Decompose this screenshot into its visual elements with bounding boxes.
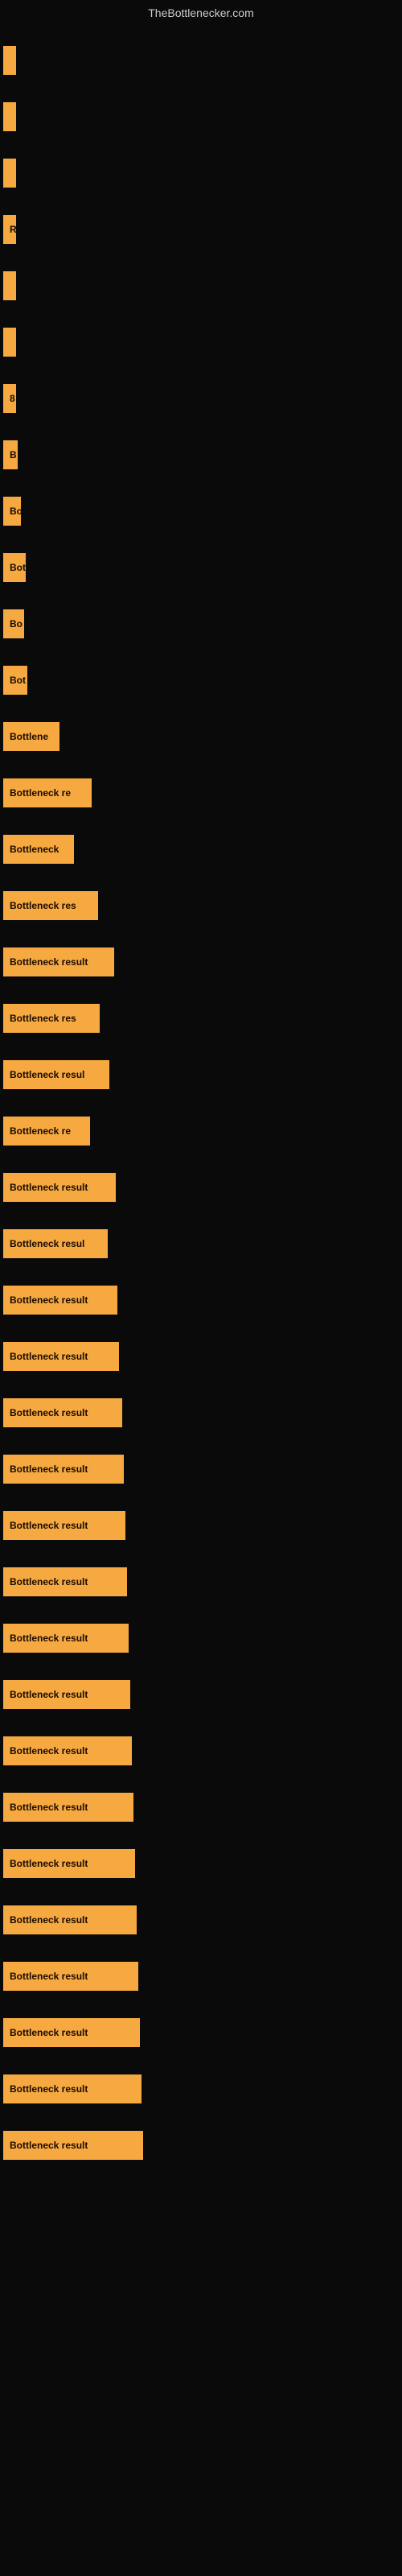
bar-row: Bottleneck result [0,1892,402,1948]
bar-row: Bottleneck resul [0,1216,402,1272]
bar-row: Bottleneck re [0,765,402,821]
bar-row: Bottleneck result [0,1497,402,1554]
bar-row: Bottleneck result [0,1159,402,1216]
bar-row: Bottlene [0,708,402,765]
bar-row: Bottleneck result [0,1441,402,1497]
bar-row: Bottleneck result [0,1328,402,1385]
bar-label: Bottleneck [3,835,74,864]
bar-label: Bo [3,609,24,638]
bar-label [3,328,16,357]
bar-row: Bottleneck res [0,877,402,934]
bar-label: Bot [3,553,26,582]
bar-label: Bot [3,666,27,695]
bar-label: Bottleneck result [3,1624,129,1653]
bar-label: Bottleneck result [3,1342,119,1371]
bar-label: B [3,440,18,469]
bar-row: Bottleneck resul [0,1046,402,1103]
bar-row [0,32,402,89]
bar-row: Bo [0,596,402,652]
bar-row [0,145,402,201]
bar-label: Bottleneck result [3,1286,117,1315]
bar-row: Bottleneck res [0,990,402,1046]
bar-label: Bottleneck result [3,1455,124,1484]
site-title: TheBottlenecker.com [148,6,254,19]
bar-row: Bottleneck result [0,1779,402,1835]
bar-label: Bottleneck result [3,1567,127,1596]
bar-row: R [0,201,402,258]
bar-row [0,89,402,145]
bar-label: Bottleneck result [3,1962,138,1991]
bar-label: Bottleneck result [3,2018,140,2047]
bar-label: Bottleneck result [3,1173,116,1202]
bar-label: Bottleneck result [3,947,114,976]
bar-row: Bot [0,539,402,596]
bar-label: Bottleneck res [3,891,98,920]
bar-row: Bottleneck result [0,2117,402,2174]
bar-label [3,46,16,75]
bar-row: Bottleneck result [0,1554,402,1610]
bar-label: Bottleneck result [3,1793,133,1822]
bar-label: Bottleneck resul [3,1060,109,1089]
bar-row: Bottleneck result [0,1835,402,1892]
bar-row: Bot [0,652,402,708]
bar-label [3,102,16,131]
bar-label: Bottleneck result [3,1736,132,1765]
bar-label: Bottleneck res [3,1004,100,1033]
bar-label: Bottleneck result [3,2074,142,2103]
bar-label: Bottleneck result [3,2131,143,2160]
bar-label: Bottleneck resul [3,1229,108,1258]
bar-row: Bottleneck result [0,1948,402,2004]
bar-row: Bottleneck re [0,1103,402,1159]
bar-label: Bottlene [3,722,59,751]
bar-row: 8 [0,370,402,427]
bar-label: Bottleneck re [3,1117,90,1146]
bar-label: Bottleneck result [3,1849,135,1878]
bar-row: Bottleneck result [0,1272,402,1328]
bar-row: Bottleneck result [0,934,402,990]
bar-label [3,271,16,300]
bar-row: Bottleneck result [0,2004,402,2061]
bar-row: Bottleneck result [0,1385,402,1441]
bar-label [3,159,16,188]
bar-row [0,258,402,314]
bar-label: 8 [3,384,16,413]
bar-row: Bottleneck [0,821,402,877]
bar-label: Bottleneck result [3,1905,137,1934]
bar-row: Bo [0,483,402,539]
bar-label: Bottleneck result [3,1680,130,1709]
bar-row [0,314,402,370]
bar-label: Bottleneck result [3,1398,122,1427]
bar-label: Bo [3,497,21,526]
bars-container: R 8 B Bo Bot Bo Bot Bottlene Bottleneck re Bottle… [0,32,402,2174]
bar-row: Bottleneck result [0,1723,402,1779]
bar-row: B [0,427,402,483]
bar-label: Bottleneck result [3,1511,125,1540]
bar-row: Bottleneck result [0,1610,402,1666]
bar-label: R [3,215,16,244]
bar-label: Bottleneck re [3,778,92,807]
bar-row: Bottleneck result [0,2061,402,2117]
bar-row: Bottleneck result [0,1666,402,1723]
